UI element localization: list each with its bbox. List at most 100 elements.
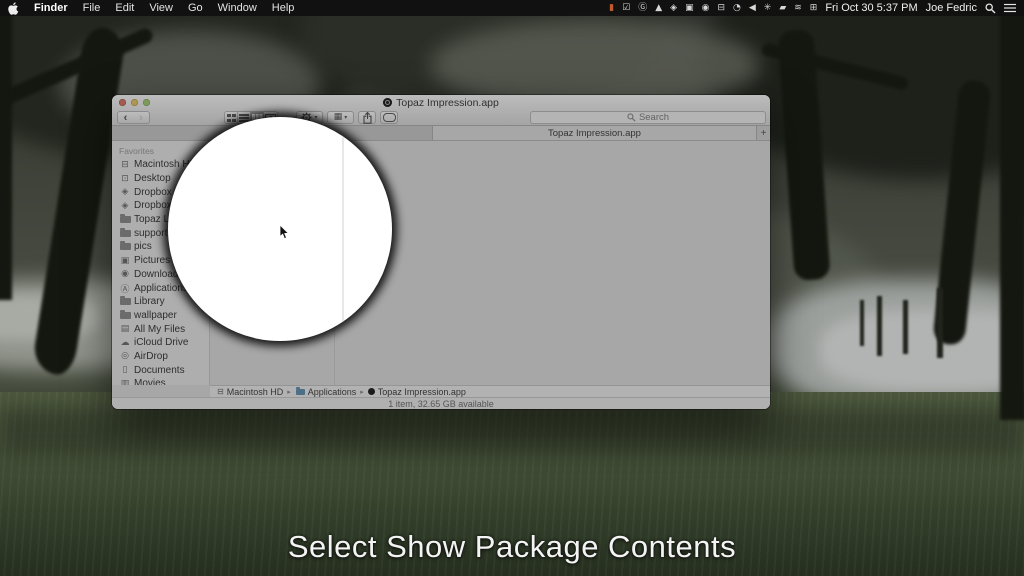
tab-topaz-impression[interactable]: Topaz Impression.app (433, 126, 756, 140)
caption-text: Select Show Package Contents (0, 529, 1024, 565)
arrange-menu-button[interactable]: ▦ ▾ (327, 111, 354, 124)
sidebar-item-label: wallpaper (134, 310, 177, 321)
record-indicator-icon[interactable]: ▮ (609, 0, 614, 16)
menu-file[interactable]: File (83, 2, 101, 14)
checkmark-menu-icon[interactable]: ☑ (622, 0, 630, 16)
path-item-macintosh-hd[interactable]: ⊟Macintosh HD (217, 387, 283, 397)
search-placeholder: Search (639, 112, 669, 123)
path-item-topaz-impression-app[interactable]: Topaz Impression.app (368, 387, 466, 397)
dropbox-menu-icon[interactable]: ◈ (670, 0, 677, 16)
sidebar-item-label: Desktop (134, 173, 171, 184)
sidebar-item-movies[interactable]: ▥Movies (112, 377, 209, 385)
status-bar: 1 item, 32.65 GB available (112, 397, 770, 409)
edit-tags-button[interactable] (380, 111, 398, 124)
gdrive-menu-icon[interactable]: Ⓖ (638, 0, 647, 16)
menu-bar-clock[interactable]: Fri Oct 30 5:37 PM (825, 2, 917, 14)
finder-window: Topaz Impression.app ‹ › ▾ ▦ ▾ (112, 95, 770, 409)
path-bar-items: ⊟Macintosh HD▸Applications▸Topaz Impress… (217, 387, 466, 397)
plus-icon: + (761, 128, 767, 139)
folder-icon (296, 389, 305, 395)
menu-bar-status-icons: ▮ ☑ Ⓖ ▲ ◈ ▣ ◉ ⊟ ◔ ◀ ✳ ▰ ≋ ⊞ (609, 0, 817, 16)
sidebar-item-label: pics (134, 241, 152, 252)
sidebar-item-label: Documents (134, 365, 185, 376)
sidebar-item-icloud-drive[interactable]: ☁iCloud Drive (112, 336, 209, 350)
volume-icon[interactable]: ◀ (749, 0, 756, 16)
folder-icon (120, 312, 131, 319)
menu-go[interactable]: Go (188, 2, 203, 14)
sidebar-item-label: AirDrop (134, 351, 168, 362)
menu-help[interactable]: Help (272, 2, 295, 14)
folder-icon (120, 243, 131, 250)
sidebar-item-label: Movies (134, 378, 166, 385)
folder-icon (120, 230, 131, 237)
chevron-down-icon: ▾ (344, 114, 347, 121)
mouse-cursor (279, 224, 291, 246)
grid-view-icon (227, 114, 236, 122)
dropbox-icon: ◈ (119, 187, 131, 197)
path-item-label: Topaz Impression.app (378, 387, 466, 397)
notification-center-icon[interactable] (1004, 3, 1016, 13)
dropbox-icon: ◈ (119, 201, 131, 211)
sidebar-item-label: Pictures (134, 255, 170, 266)
downloads-icon: ◉ (119, 269, 131, 279)
sidebar-item-airdrop[interactable]: ◎AirDrop (112, 350, 209, 364)
chevron-right-icon: › (139, 113, 143, 123)
apple-menu-icon[interactable] (8, 2, 19, 15)
search-icon (627, 113, 636, 122)
tag-icon (383, 113, 396, 122)
clock-menu-icon[interactable]: ◔ (733, 0, 741, 16)
tab-bar: Topaz Impression.app + (112, 126, 770, 141)
spotlight-search-icon[interactable] (985, 3, 996, 14)
icon-view-button[interactable] (225, 112, 238, 123)
menu-window[interactable]: Window (218, 2, 257, 14)
pond-right-highlight (820, 310, 1024, 390)
sidebar-item-label: iCloud Drive (134, 337, 188, 348)
sidebar-item-label: Applications (134, 283, 188, 294)
path-item-label: Applications (308, 387, 357, 397)
window-titlebar: Topaz Impression.app ‹ › ▾ ▦ ▾ (112, 95, 770, 126)
desktop-icon: ⊡ (119, 174, 131, 184)
path-separator-icon: ▸ (360, 388, 364, 396)
documents-icon: ▯ (119, 365, 131, 375)
back-button[interactable]: ‹ (117, 111, 134, 124)
menu-view[interactable]: View (149, 2, 173, 14)
sidebar-item-label: All My Files (134, 324, 185, 335)
search-field[interactable]: Search (530, 111, 766, 124)
sidebar-item-all-my-files[interactable]: ▤All My Files (112, 322, 209, 336)
forward-button[interactable]: › (133, 111, 150, 124)
tree-trunk-thin (903, 300, 908, 354)
menu-edit[interactable]: Edit (115, 2, 134, 14)
app-icon (368, 388, 375, 395)
chevron-left-icon: ‹ (124, 113, 128, 123)
window-title: Topaz Impression.app (112, 96, 770, 109)
app-icon (383, 98, 392, 107)
fan-menu-icon[interactable]: ✳ (764, 0, 772, 16)
window-title-label: Topaz Impression.app (396, 97, 499, 109)
display-menu-icon[interactable]: ⊟ (717, 0, 725, 16)
share-button[interactable] (358, 111, 376, 124)
status-text: 1 item, 32.65 GB available (388, 399, 494, 409)
sidebar-item-wallpaper[interactable]: wallpaper (112, 309, 209, 323)
magnified-column-divider (342, 117, 344, 341)
battery-icon[interactable]: ▰ (779, 0, 786, 16)
camera-menu-icon[interactable]: ◉ (702, 0, 710, 16)
sidebar-item-label: support (134, 228, 167, 239)
droplet-menu-icon[interactable]: ▲ (655, 0, 662, 16)
movies-icon: ▥ (119, 379, 131, 385)
wifi-icon[interactable]: ≋ (794, 0, 802, 16)
icloud-icon: ☁ (119, 338, 131, 348)
sidebar-item-label: Library (134, 296, 165, 307)
tree-trunk-thin (937, 288, 943, 358)
window-menu-icon[interactable]: ▣ (685, 0, 694, 16)
new-tab-button[interactable]: + (756, 126, 770, 140)
hard-drive-icon: ⊟ (119, 160, 131, 170)
hard-drive-icon: ⊟ (217, 387, 224, 396)
list-view-icon (239, 114, 249, 122)
applications-icon: Ⓐ (119, 282, 131, 295)
sidebar-item-documents[interactable]: ▯Documents (112, 363, 209, 377)
path-item-applications[interactable]: Applications (295, 387, 357, 397)
input-menu-icon[interactable]: ⊞ (810, 0, 818, 16)
menu-finder[interactable]: Finder (34, 2, 68, 14)
tree-trunk (0, 0, 12, 300)
menu-bar-user[interactable]: Joe Fedric (926, 2, 977, 14)
